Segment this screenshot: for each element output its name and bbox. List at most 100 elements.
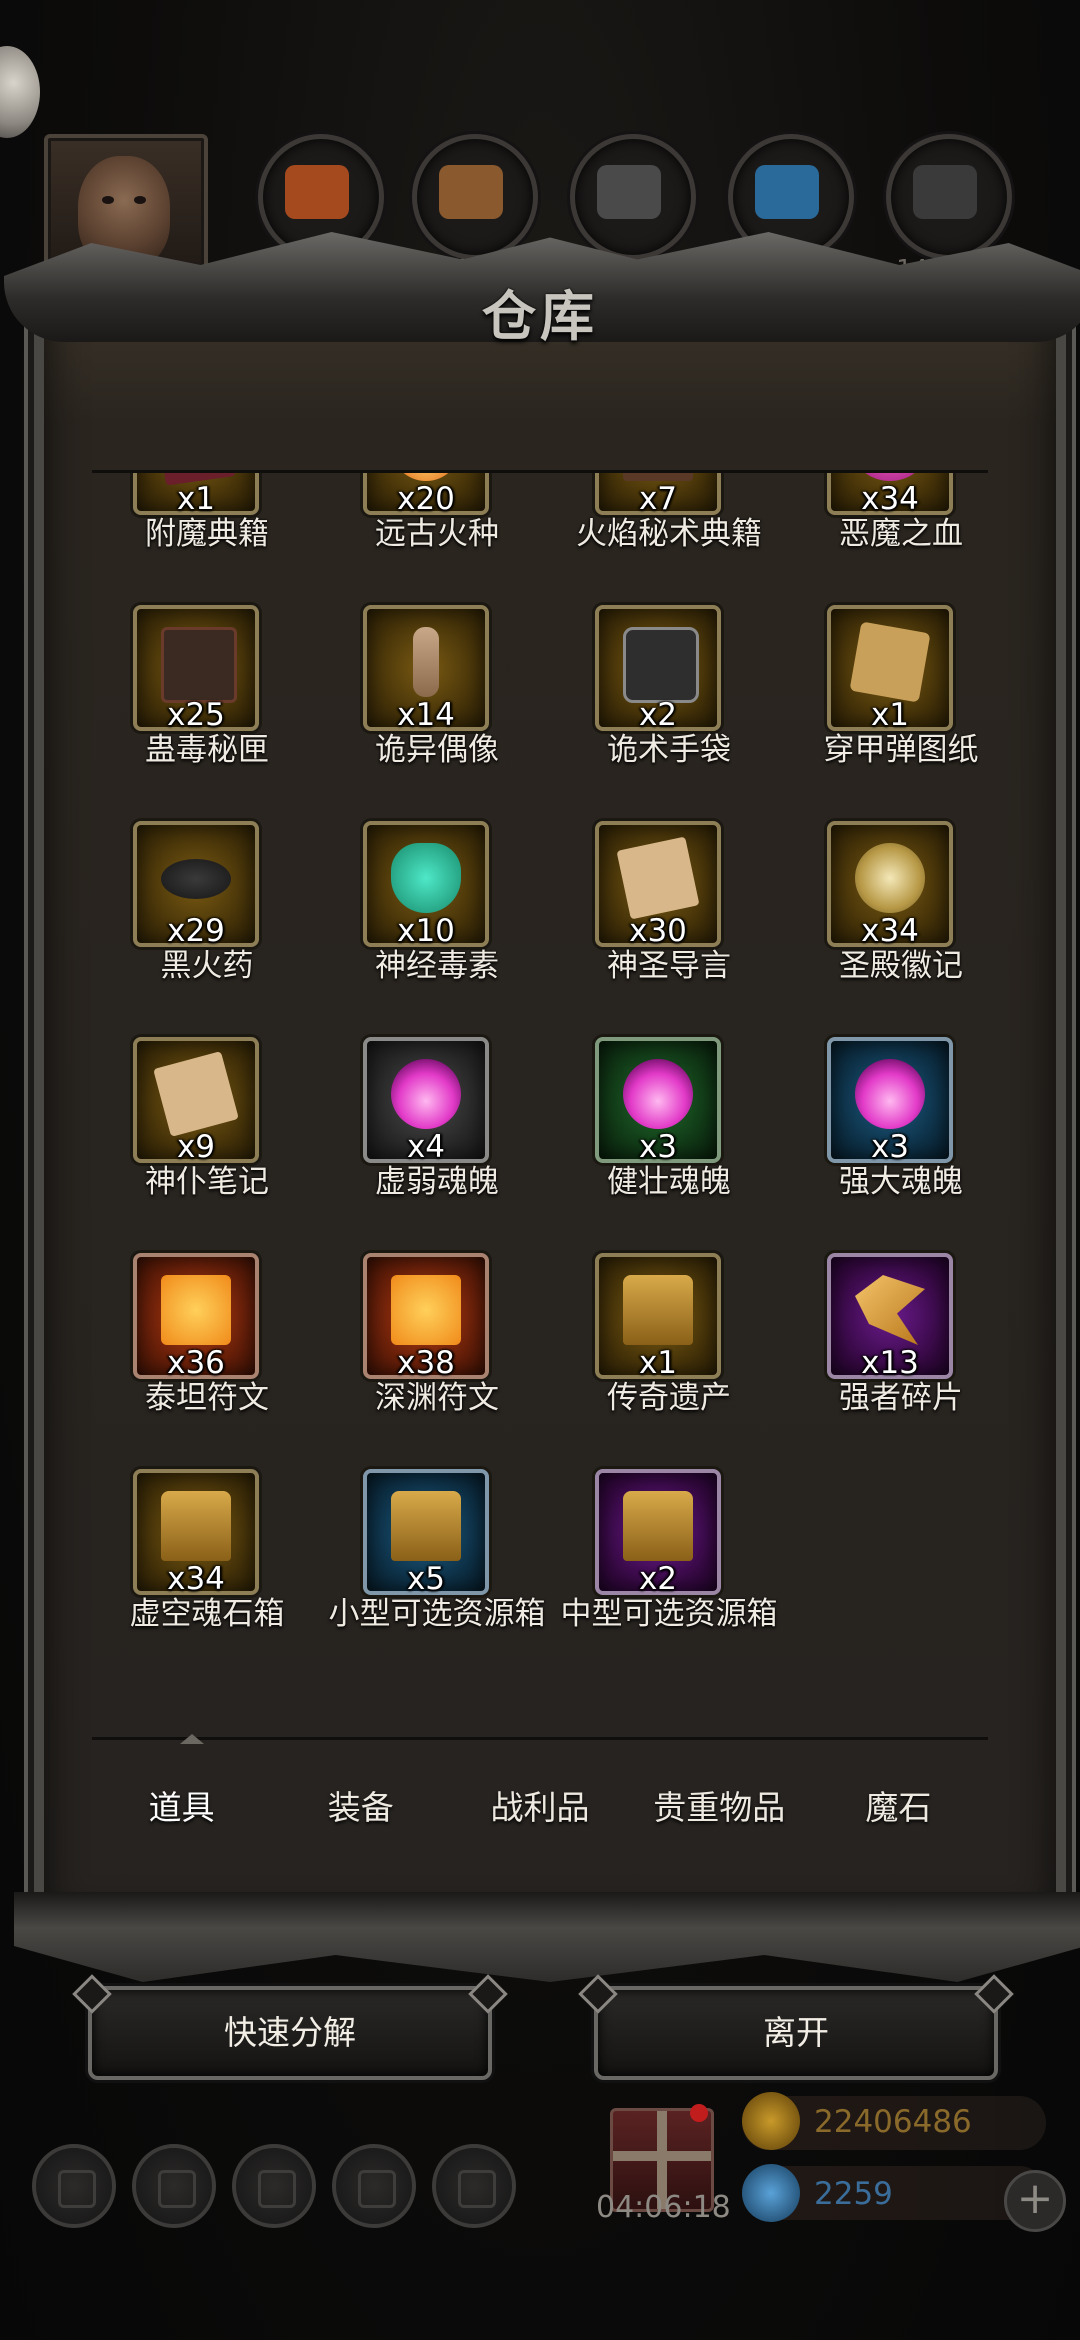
item-quantity: x29 <box>167 913 225 949</box>
inventory-item[interactable]: x2 诡术手袋 <box>554 605 784 805</box>
inventory-item[interactable]: x34 圣殿徽记 <box>786 821 988 1021</box>
resource-1[interactable] <box>412 134 538 260</box>
item-quantity: x5 <box>406 1561 446 1597</box>
soul-orb-icon <box>623 1059 693 1129</box>
item-slot[interactable]: x36 <box>133 1253 259 1381</box>
castle-icon <box>258 2170 296 2208</box>
crystal-icon <box>755 165 819 219</box>
item-slot[interactable]: x3 <box>827 1037 953 1165</box>
inventory-item[interactable]: x2 中型可选资源箱 <box>554 1469 784 1669</box>
item-slot[interactable]: x34 <box>827 821 953 949</box>
treasure-chest-icon <box>623 1491 693 1561</box>
inventory-item[interactable]: x10 神经毒素 <box>322 821 552 1021</box>
item-name: 蛊毒秘匣 <box>145 732 269 768</box>
item-slot[interactable]: x38 <box>363 1253 489 1381</box>
tab-4[interactable]: 魔石 <box>809 1750 988 1866</box>
inventory-item[interactable]: x3 强大魂魄 <box>786 1037 988 1237</box>
tab-2[interactable]: 战利品 <box>450 1750 629 1866</box>
item-slot[interactable]: x20 <box>363 473 489 517</box>
item-slot[interactable]: x5 <box>363 1469 489 1597</box>
item-quantity: x1 <box>176 481 216 517</box>
shield-menu-button[interactable] <box>132 2144 216 2228</box>
inventory-item[interactable]: x34 虚空魂石箱 <box>92 1469 322 1669</box>
resource-2[interactable] <box>570 134 696 260</box>
item-grid[interactable]: x1 附魔典籍 x20 远古火种 x7 火焰秘术典籍 x34 恶魔之血 x25 蛊毒秘匣 x14 诡异… <box>92 470 988 1740</box>
item-slot[interactable]: x1 <box>133 473 259 517</box>
item-slot[interactable]: x1 <box>827 605 953 733</box>
meat-icon <box>285 165 349 219</box>
item-name: 神经毒素 <box>375 948 499 984</box>
item-name: 神仆笔记 <box>145 1164 269 1200</box>
resource-4[interactable] <box>886 134 1012 260</box>
inventory-item[interactable]: x29 黑火药 <box>92 821 322 1021</box>
item-quantity: x2 <box>638 1561 678 1597</box>
inventory-item[interactable]: x13 强者碎片 <box>786 1253 988 1453</box>
castle-menu-button[interactable] <box>232 2144 316 2228</box>
item-slot[interactable]: x29 <box>133 821 259 949</box>
item-quantity: x7 <box>638 481 678 517</box>
rune-icon <box>161 1275 231 1345</box>
mail-menu-button[interactable] <box>332 2144 416 2228</box>
inventory-item[interactable]: x1 传奇遗产 <box>554 1253 784 1453</box>
item-name: 恶魔之血 <box>839 516 963 552</box>
emblem-icon <box>855 843 925 913</box>
inventory-item[interactable]: x1 附魔典籍 <box>92 473 322 589</box>
inventory-item[interactable]: x3 健壮魂魄 <box>554 1037 784 1237</box>
item-slot[interactable]: x30 <box>595 821 721 949</box>
item-name: 小型可选资源箱 <box>328 1596 546 1632</box>
item-slot[interactable]: x34 <box>827 473 953 517</box>
add-gems-button[interactable]: + <box>1004 2170 1066 2232</box>
flame-icon <box>391 473 461 481</box>
item-slot[interactable]: x13 <box>827 1253 953 1381</box>
tab-1[interactable]: 装备 <box>271 1750 450 1866</box>
inventory-item[interactable]: x9 神仆笔记 <box>92 1037 322 1237</box>
inventory-item[interactable]: x30 神圣导言 <box>554 821 784 1021</box>
item-name: 强大魂魄 <box>839 1164 963 1200</box>
item-name: 虚弱魂魄 <box>375 1164 499 1200</box>
gear-menu-button[interactable] <box>32 2144 116 2228</box>
item-quantity: x30 <box>629 913 687 949</box>
item-slot[interactable]: x7 <box>595 473 721 517</box>
leave-button[interactable]: 离开 <box>594 1986 998 2080</box>
inventory-item[interactable]: x20 远古火种 <box>322 473 552 589</box>
item-quantity: x34 <box>861 481 919 517</box>
quick-decompose-button[interactable]: 快速分解 <box>88 1986 492 2080</box>
item-quantity: x9 <box>176 1129 216 1165</box>
item-slot[interactable]: x1 <box>595 1253 721 1381</box>
item-quantity: x34 <box>167 1561 225 1597</box>
inventory-item[interactable]: x4 虚弱魂魄 <box>322 1037 552 1237</box>
panel-title: 仓库 <box>482 284 598 348</box>
item-name: 深渊符文 <box>375 1380 499 1416</box>
inventory-item[interactable]: x7 火焰秘术典籍 <box>554 473 784 589</box>
item-slot[interactable]: x3 <box>595 1037 721 1165</box>
tab-0[interactable]: 道具 <box>92 1750 271 1866</box>
item-quantity: x3 <box>870 1129 910 1165</box>
item-slot[interactable]: x14 <box>363 605 489 733</box>
item-quantity: x1 <box>870 697 910 733</box>
inventory-item[interactable]: x38 深渊符文 <box>322 1253 552 1453</box>
item-slot[interactable]: x25 <box>133 605 259 733</box>
pouch-icon <box>623 627 699 703</box>
item-name: 强者碎片 <box>839 1380 963 1416</box>
crossed-swords-menu-button[interactable] <box>432 2144 516 2228</box>
inventory-item[interactable]: x25 蛊毒秘匣 <box>92 605 322 805</box>
item-slot[interactable]: x34 <box>133 1469 259 1597</box>
inventory-item[interactable]: x34 恶魔之血 <box>786 473 988 589</box>
item-slot[interactable]: x4 <box>363 1037 489 1165</box>
item-slot[interactable]: x10 <box>363 821 489 949</box>
blood-drop-icon <box>855 473 925 481</box>
item-slot[interactable]: x2 <box>595 1469 721 1597</box>
inventory-item[interactable]: x1 穿甲弹图纸 <box>786 605 988 805</box>
doll-icon <box>413 627 439 697</box>
gem-icon <box>742 2164 800 2222</box>
item-name: 虚空魂石箱 <box>129 1596 285 1632</box>
item-quantity: x25 <box>167 697 225 733</box>
inventory-item[interactable]: x14 诡异偶像 <box>322 605 552 805</box>
item-name: 诡异偶像 <box>375 732 499 768</box>
inventory-item[interactable]: x5 小型可选资源箱 <box>322 1469 552 1669</box>
inventory-item[interactable]: x36 泰坦符文 <box>92 1253 322 1453</box>
item-quantity: x20 <box>397 481 455 517</box>
tab-3[interactable]: 贵重物品 <box>630 1750 809 1866</box>
item-slot[interactable]: x9 <box>133 1037 259 1165</box>
item-slot[interactable]: x2 <box>595 605 721 733</box>
